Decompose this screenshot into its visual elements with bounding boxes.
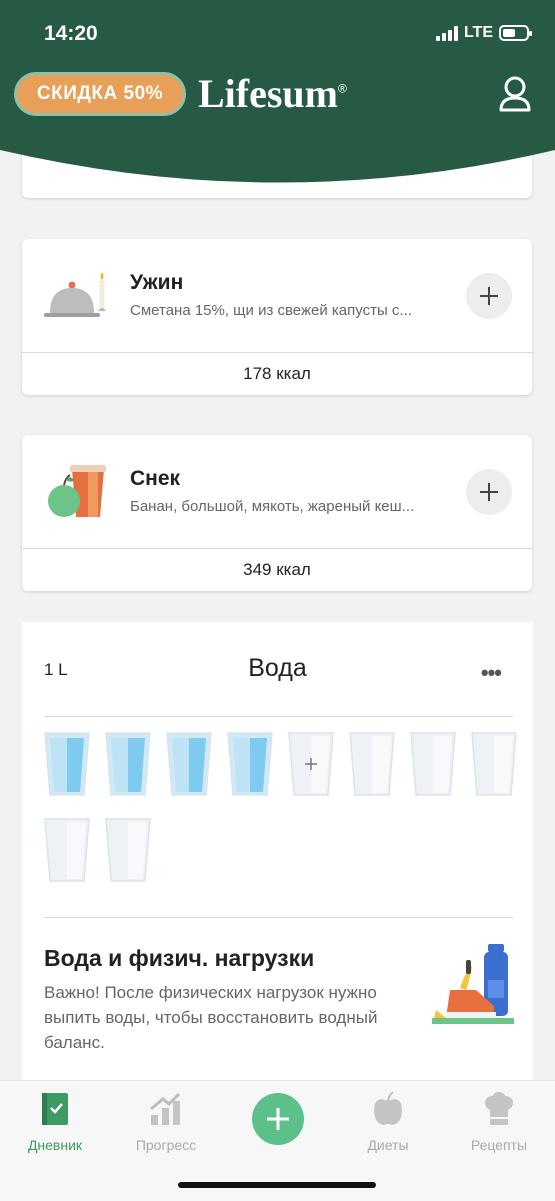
- meal-card-snack[interactable]: Снек Банан, большой, мякоть, жареный кеш…: [22, 435, 532, 591]
- status-time: 14:20: [44, 22, 98, 45]
- divider: [44, 716, 513, 717]
- status-bar: 14:20 LTE: [0, 0, 555, 70]
- tab-diets[interactable]: Диеты: [338, 1091, 438, 1153]
- quick-add-button[interactable]: [252, 1093, 304, 1145]
- meal-title: Ужин: [130, 271, 184, 294]
- meal-description: Сметана 15%, щи из свежей капусты с...: [130, 302, 412, 319]
- tab-progress[interactable]: Прогресс: [116, 1091, 216, 1153]
- water-glass-add[interactable]: [288, 732, 334, 796]
- tab-diary[interactable]: Дневник: [5, 1091, 105, 1153]
- divider: [44, 917, 513, 918]
- water-glass-empty[interactable]: [105, 818, 151, 882]
- meal-kcal: 349 ккал: [243, 560, 311, 579]
- network-label: LTE: [463, 24, 493, 41]
- tip-title: Вода и физич. нагрузки: [44, 945, 315, 971]
- more-options-icon[interactable]: •••: [481, 660, 502, 686]
- battery-icon: [499, 25, 532, 41]
- brand-logo: Lifesum®: [198, 71, 347, 116]
- signal-icon: [435, 25, 458, 41]
- profile-icon[interactable]: [496, 74, 534, 114]
- meal-description: Банан, большой, мякоть, жареный кеш...: [130, 498, 415, 515]
- tab-label: Прогресс: [135, 1137, 197, 1153]
- meal-card-dinner[interactable]: Ужин Сметана 15%, щи из свежей капусты с…: [22, 239, 532, 395]
- tab-label: Дневник: [27, 1137, 83, 1153]
- water-tracker-card: 1 L Вода ••• Вода и физич. нагрузки Важн…: [22, 622, 533, 1082]
- dinner-cloche-icon: [44, 272, 106, 317]
- water-glass-full[interactable]: [105, 732, 151, 796]
- snack-apple-cup-icon: [48, 465, 106, 517]
- water-glass-full[interactable]: [227, 732, 273, 796]
- discount-button[interactable]: СКИДКА 50%: [14, 72, 186, 116]
- plus-icon: [480, 287, 498, 305]
- tab-label: Диеты: [367, 1137, 409, 1153]
- exercise-bottle-sneaker-icon: [432, 944, 514, 1024]
- progress-chart-icon: [150, 1092, 181, 1125]
- meal-title: Снек: [130, 467, 181, 490]
- water-glass-full[interactable]: [44, 732, 90, 796]
- home-indicator: [178, 1182, 376, 1188]
- tab-recipes[interactable]: Рецепты: [449, 1091, 549, 1153]
- water-glass-empty[interactable]: [44, 818, 90, 882]
- water-glass-full[interactable]: [166, 732, 212, 796]
- add-food-button[interactable]: [466, 273, 512, 319]
- meal-kcal: 178 ккал: [243, 364, 311, 383]
- water-glass-empty[interactable]: [349, 732, 395, 796]
- diets-apple-icon: [374, 1091, 402, 1125]
- plus-icon: [480, 483, 498, 501]
- water-title: Вода: [248, 654, 307, 682]
- water-glass-empty[interactable]: [471, 732, 517, 796]
- water-glass-empty[interactable]: [410, 732, 456, 796]
- add-plus-icon: [267, 1108, 289, 1130]
- tip-text: Важно! После физических нагрузок нужно в…: [44, 983, 378, 1052]
- add-food-button[interactable]: [466, 469, 512, 515]
- recipes-chef-hat-icon: [485, 1092, 513, 1125]
- diary-book-icon: [42, 1093, 68, 1125]
- tab-label: Рецепты: [470, 1137, 528, 1153]
